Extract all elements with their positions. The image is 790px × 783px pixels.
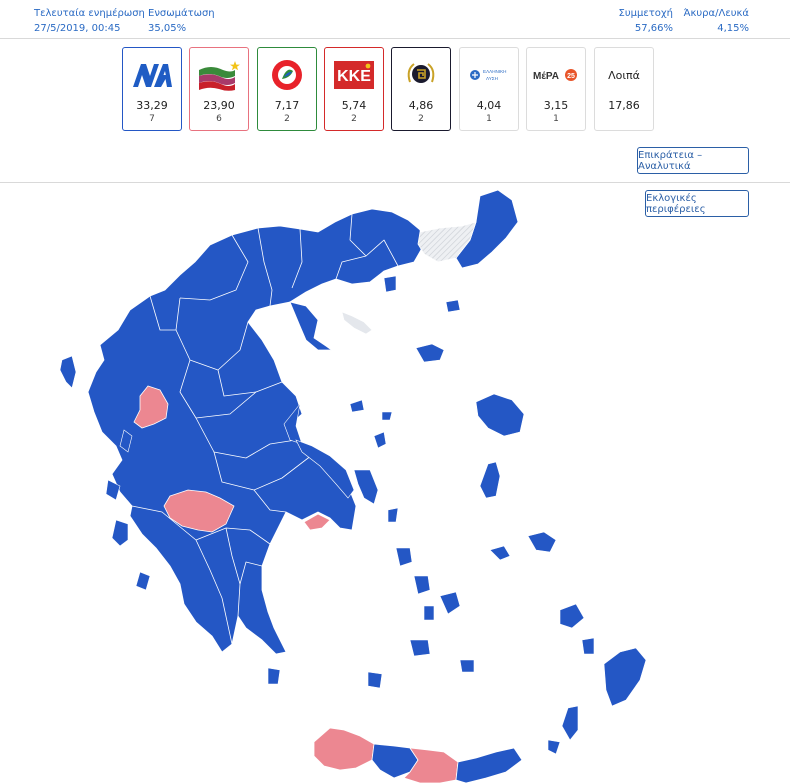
nd-logo — [123, 56, 181, 94]
party-card-nd[interactable]: 33,29 7 — [122, 47, 182, 131]
invalid-blank-label: Άκυρα/Λευκά — [683, 8, 749, 19]
divider — [0, 38, 790, 39]
others-label: Λοιπά — [608, 68, 640, 82]
party-seats: 1 — [486, 114, 492, 124]
party-seats: 2 — [418, 114, 424, 124]
last-update-label: Τελευταία ενημέρωση — [34, 8, 145, 19]
athos-region[interactable] — [341, 311, 373, 335]
party-card-xa[interactable]: 4,86 2 — [391, 47, 451, 131]
last-update-value: 27/5/2019, 00:45 — [34, 23, 121, 34]
invalid-blank-value: 4,15% — [717, 23, 749, 34]
party-percent: 5,74 — [341, 99, 367, 112]
svg-text:ΚΚΕ: ΚΚΕ — [337, 68, 371, 85]
turnout: Συμμετοχή 57,66% — [598, 6, 674, 36]
party-seats: 2 — [284, 114, 290, 124]
counted-value: 35,05% — [148, 23, 187, 34]
party-percent: 17,86 — [608, 99, 640, 112]
party-seats: 2 — [351, 114, 357, 124]
party-card-kke[interactable]: ΚΚΕ 5,74 2 — [324, 47, 384, 131]
party-percent: 33,29 — [136, 99, 168, 112]
party-percent: 3,15 — [543, 99, 569, 112]
analytics-button[interactable]: Επικράτεια – Αναλυτικά — [637, 147, 749, 174]
mainland-region[interactable] — [87, 208, 423, 655]
party-seats: 1 — [553, 114, 559, 124]
turnout-value: 57,66% — [634, 23, 673, 34]
counted-label: Ενσωμάτωση — [148, 8, 215, 19]
party-card-kinal[interactable]: 7,17 2 — [257, 47, 317, 131]
party-percent: 4,86 — [408, 99, 434, 112]
party-card-syriza[interactable]: 23,90 6 — [189, 47, 249, 131]
el-logo: ΕΛΛΗΝΙΚΗ ΛΥΣΗ — [460, 56, 518, 94]
party-card-mera25[interactable]: MέΡΑ 25 3,15 1 — [526, 47, 586, 131]
divider — [0, 182, 790, 183]
party-seats: 7 — [149, 114, 155, 124]
kke-logo: ΚΚΕ — [325, 56, 383, 94]
svg-text:ΛΥΣΗ: ΛΥΣΗ — [486, 76, 498, 81]
svg-text:ΕΛΛΗΝΙΚΗ: ΕΛΛΗΝΙΚΗ — [483, 69, 507, 74]
party-card-el[interactable]: ΕΛΛΗΝΙΚΗ ΛΥΣΗ 4,04 1 — [459, 47, 519, 131]
xa-logo — [392, 56, 450, 94]
invalid-blank: Άκυρα/Λευκά 4,15% — [680, 6, 749, 36]
syriza-logo — [190, 56, 248, 94]
svg-text:MέΡΑ: MέΡΑ — [533, 71, 559, 82]
counted: Ενσωμάτωση 35,05% — [148, 6, 215, 36]
svg-text:25: 25 — [567, 73, 575, 80]
kinal-logo — [258, 56, 316, 94]
crete[interactable] — [313, 727, 523, 783]
turnout-label: Συμμετοχή — [618, 8, 674, 19]
chalkidiki-region[interactable] — [289, 301, 341, 357]
party-card-others[interactable]: Λοιπά 17,86 — [594, 47, 654, 131]
party-seats: 6 — [216, 114, 222, 124]
results-map[interactable] — [0, 184, 790, 783]
last-update: Τελευταία ενημέρωση 27/5/2019, 00:45 — [34, 6, 145, 36]
party-percent: 7,17 — [274, 99, 300, 112]
results-header: Τελευταία ενημέρωση 27/5/2019, 00:45 Ενσ… — [0, 0, 790, 38]
mera25-logo: MέΡΑ 25 — [527, 56, 585, 94]
party-percent: 4,04 — [476, 99, 502, 112]
party-percent: 23,90 — [203, 99, 235, 112]
